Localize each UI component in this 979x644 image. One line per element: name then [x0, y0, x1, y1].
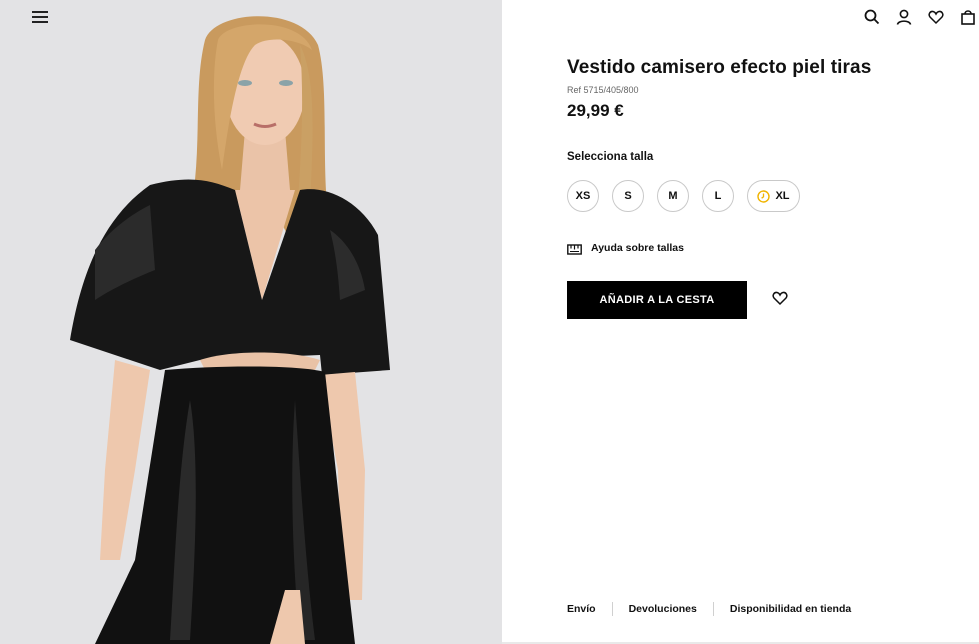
size-option-m[interactable]: M [657, 180, 689, 212]
footer-links: Envío Devoluciones Disponibilidad en tie… [567, 601, 851, 617]
size-option-label: M [668, 190, 678, 202]
size-option-label: XL [775, 190, 790, 202]
divider [611, 602, 613, 616]
size-help-label: Ayuda sobre tallas [591, 242, 684, 254]
product-image[interactable] [0, 0, 502, 644]
ruler-icon [567, 242, 582, 255]
size-option-xl[interactable]: XL [747, 180, 800, 212]
bag-icon[interactable] [960, 9, 979, 29]
product-title: Vestido camisero efecto piel tiras [567, 57, 872, 78]
add-to-cart-button[interactable]: AÑADIR A LA CESTA [567, 281, 747, 319]
heart-outline-icon[interactable] [772, 290, 792, 310]
footer-link-store-availability[interactable]: Disponibilidad en tienda [730, 603, 851, 615]
product-price: 29,99 € [567, 101, 624, 120]
size-help-link[interactable]: Ayuda sobre tallas [567, 240, 684, 256]
search-icon[interactable] [864, 9, 884, 29]
size-section-label: Selecciona talla [567, 151, 654, 163]
footer-link-shipping[interactable]: Envío [567, 603, 596, 615]
size-option-s[interactable]: S [612, 180, 644, 212]
product-ref: Ref 5715/405/800 [567, 85, 639, 95]
divider [712, 602, 714, 616]
menu-icon[interactable] [32, 11, 48, 25]
user-icon[interactable] [896, 9, 916, 29]
low-stock-clock-icon [757, 189, 771, 203]
size-option-label: L [714, 190, 722, 202]
size-option-xs[interactable]: XS [567, 180, 599, 212]
size-option-label: XS [575, 190, 591, 202]
heart-icon[interactable] [928, 9, 948, 29]
size-option-l[interactable]: L [702, 180, 734, 212]
size-option-label: S [624, 190, 632, 202]
footer-link-returns[interactable]: Devoluciones [629, 603, 697, 615]
product-photo [0, 0, 502, 644]
